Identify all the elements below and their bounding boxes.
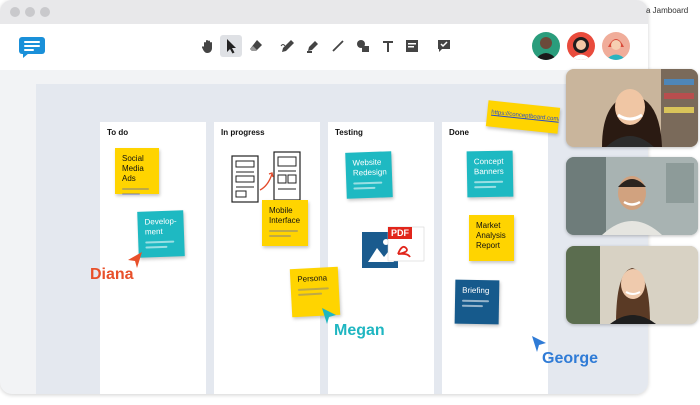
avatar[interactable] (532, 32, 560, 60)
hand-tool-button[interactable] (197, 35, 219, 57)
column-title: Done (449, 128, 469, 137)
pdf-label: PDF (388, 227, 412, 239)
pen-icon (280, 40, 294, 52)
user-avatar-icon (571, 37, 591, 60)
avatar[interactable] (602, 32, 630, 60)
highlighter-icon (307, 41, 318, 53)
browser-tab-title: a Jamboard (646, 6, 689, 15)
note-text: Social Media Ads (122, 154, 144, 183)
window-maximize-button[interactable] (40, 7, 50, 17)
participant-video-image (566, 157, 698, 235)
text-tool-button[interactable] (377, 35, 399, 57)
line-icon (332, 40, 344, 52)
sticky-note-concept-banners[interactable]: Concept Banners (466, 150, 514, 198)
column-title: In progress (221, 128, 265, 137)
sticky-note-briefing[interactable]: Briefing (454, 279, 500, 325)
sticky-note-icon (406, 40, 418, 52)
sticky-note-social-media-ads[interactable]: Social Media Ads (115, 148, 159, 195)
cursor-label-diana: Diana (90, 266, 134, 283)
shapes-tool-button[interactable] (352, 35, 374, 57)
cursor-label-megan: Megan (334, 322, 385, 339)
column-title: To do (107, 128, 129, 137)
user-avatar-icon (535, 37, 557, 60)
avatar[interactable] (567, 32, 595, 60)
sticky-note-website-redesign[interactable]: Website Redesign (345, 151, 393, 199)
app-window: To do In progress Testing Done Social Me… (0, 0, 648, 394)
note-text: Website Redesign (352, 157, 387, 178)
window-close-button[interactable] (10, 7, 20, 17)
title-bar (0, 0, 648, 25)
toolbar (0, 24, 648, 70)
video-tile-participant[interactable] (566, 246, 698, 324)
note-text: Mobile Interface (269, 206, 301, 225)
note-text: Market Analysis Report (476, 221, 506, 250)
wireframe-sketch-image[interactable] (230, 150, 310, 206)
shapes-icon (357, 40, 369, 52)
comment-icon (438, 40, 450, 52)
user-avatar-icon (606, 39, 626, 60)
video-tile-participant[interactable] (566, 157, 698, 235)
eraser-icon (250, 40, 262, 51)
sticky-note-mobile-interface[interactable]: Mobile Interface (262, 200, 308, 246)
note-text: Concept Banners (473, 156, 504, 177)
cursor-label-george: George (542, 350, 599, 367)
note-text: Develop-ment (144, 216, 177, 237)
hand-icon (201, 40, 212, 53)
comment-tool-button[interactable] (433, 35, 455, 57)
note-text: Briefing (462, 285, 490, 296)
column-title: Testing (335, 128, 363, 137)
pdf-file-attachment[interactable]: PDF (362, 224, 426, 274)
eraser-tool-button[interactable] (245, 35, 267, 57)
video-tile-participant[interactable] (566, 69, 698, 147)
line-tool-button[interactable] (327, 35, 349, 57)
window-minimize-button[interactable] (25, 7, 35, 17)
text-icon (383, 41, 393, 52)
sticky-note-market-analysis-report[interactable]: Market Analysis Report (469, 215, 514, 261)
note-text: Persona (297, 273, 328, 284)
app-logo-icon[interactable] (18, 36, 46, 58)
pointer-icon (227, 39, 236, 54)
sticky-note-tool-button[interactable] (401, 35, 423, 57)
pen-tool-button[interactable] (277, 35, 299, 57)
participant-video-image (566, 246, 698, 324)
link-text[interactable]: https://conceptboard.com/ (491, 110, 560, 123)
pointer-tool-button[interactable] (220, 35, 242, 57)
highlighter-tool-button[interactable] (302, 35, 324, 57)
participant-video-image (566, 69, 698, 147)
